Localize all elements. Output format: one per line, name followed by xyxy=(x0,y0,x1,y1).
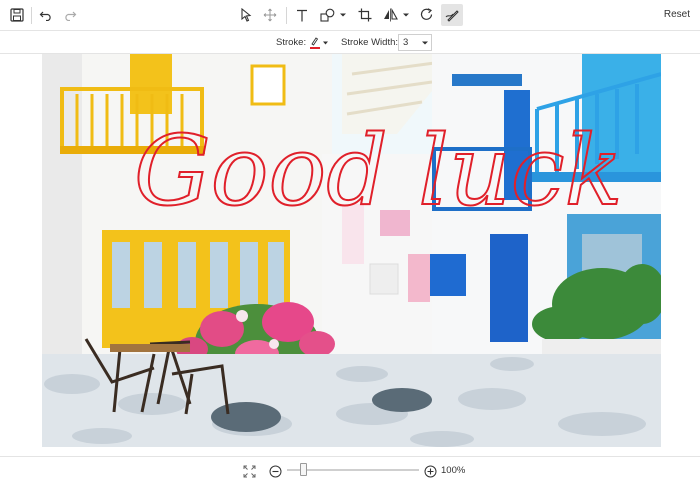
street-photo: Good luck xyxy=(42,54,661,447)
zoom-level-label: 100% xyxy=(441,465,466,476)
freehand-draw-icon xyxy=(445,10,459,22)
annotation-text[interactable]: Good luck xyxy=(133,114,624,228)
rotate-icon xyxy=(420,8,433,20)
select-tool-button[interactable] xyxy=(235,4,257,26)
shape-tool-button[interactable] xyxy=(316,4,338,26)
undo-icon xyxy=(39,11,51,21)
flip-tool-button[interactable] xyxy=(379,4,401,26)
chevron-down-icon[interactable] xyxy=(421,39,429,47)
stroke-width-value: 3 xyxy=(403,37,409,48)
pen-color-icon xyxy=(310,36,328,49)
stroke-options-bar: Stroke: Stroke Width: 3 xyxy=(0,31,700,54)
fit-screen-icon xyxy=(243,465,255,477)
save-icon xyxy=(10,8,24,22)
stroke-color-picker[interactable] xyxy=(308,34,330,51)
undo-button[interactable] xyxy=(35,4,57,26)
flip-icon xyxy=(383,8,398,22)
crop-tool-button[interactable] xyxy=(354,4,376,26)
shape-icon xyxy=(319,8,334,22)
zoom-in-button[interactable] xyxy=(419,460,441,482)
toolbar-divider xyxy=(286,7,287,24)
main-toolbar: Reset xyxy=(0,0,700,31)
zoom-out-icon xyxy=(269,465,281,477)
pan-icon xyxy=(263,8,277,22)
chevron-down-icon[interactable] xyxy=(339,11,347,19)
select-icon xyxy=(241,8,252,22)
stroke-label: Stroke: xyxy=(276,37,307,48)
zoom-in-icon xyxy=(424,465,436,477)
redo-button[interactable] xyxy=(59,4,81,26)
save-button[interactable] xyxy=(6,4,28,26)
fit-to-screen-button[interactable] xyxy=(238,460,260,482)
freehand-draw-button[interactable] xyxy=(441,4,463,26)
stroke-width-label: Stroke Width: xyxy=(341,37,399,48)
redo-icon xyxy=(65,11,77,21)
chevron-down-icon[interactable] xyxy=(402,11,410,19)
toolbar-divider xyxy=(31,7,32,24)
zoom-out-button[interactable] xyxy=(264,460,286,482)
text-tool-button[interactable] xyxy=(291,4,313,26)
image-canvas[interactable]: Good luck xyxy=(42,54,661,447)
reset-button[interactable]: Reset xyxy=(664,9,690,20)
pan-tool-button[interactable] xyxy=(259,4,281,26)
text-icon xyxy=(297,9,307,21)
crop-icon xyxy=(358,8,372,22)
zoom-slider-thumb[interactable] xyxy=(299,463,307,476)
zoom-bar: 100% xyxy=(0,456,700,482)
rotate-tool-button[interactable] xyxy=(416,4,438,26)
